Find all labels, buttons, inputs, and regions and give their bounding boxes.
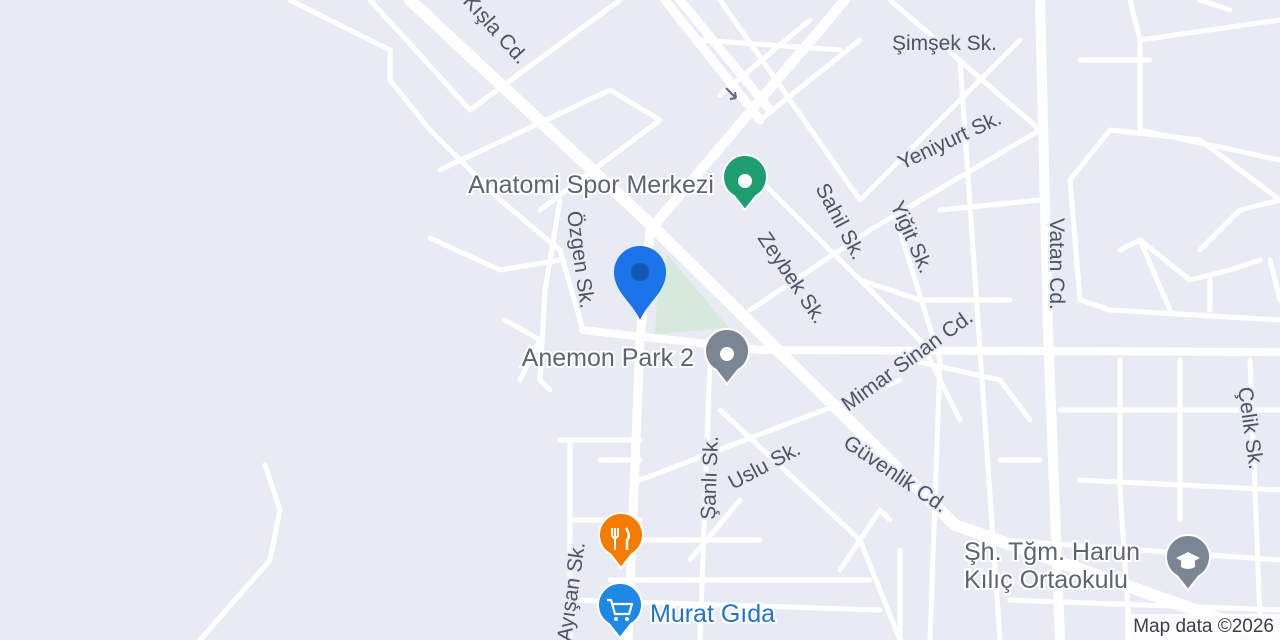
street-label-uslu: Uslu Sk. bbox=[725, 437, 805, 494]
fork-knife-icon bbox=[598, 511, 644, 570]
street-label-yeniyurt: Yeniyurt Sk. bbox=[894, 107, 1005, 175]
map-attribution[interactable]: Map data ©2026 bbox=[1125, 614, 1280, 640]
poi-restaurant[interactable] bbox=[598, 511, 644, 570]
street-label-sanli: Şanlı Sk. bbox=[697, 435, 723, 520]
poi-label: Anatomi Spor Merkezi bbox=[468, 171, 714, 199]
poi-label-line2: Kılıç Ortaokulu bbox=[964, 566, 1128, 594]
poi-label: Murat Gıda bbox=[650, 600, 775, 628]
street-label-simsek: Şimşek Sk. bbox=[892, 32, 997, 55]
street-label-ozgen: Özgen Sk. bbox=[562, 209, 598, 309]
street-label-vatan: Vatan Cd. bbox=[1045, 218, 1068, 310]
poi-label: Anemon Park 2 bbox=[522, 344, 694, 372]
poi-murat-gida[interactable]: Murat Gıda bbox=[597, 581, 777, 640]
street-label-ayisan: Ayışan Sk. bbox=[553, 540, 590, 640]
street-label-zeybek: Zeybek Sk. bbox=[753, 228, 831, 328]
location-pin-icon bbox=[722, 153, 768, 212]
poi-label-line1: Şh. Tğm. Harun bbox=[964, 538, 1140, 566]
poi-school[interactable]: Şh. Tğm. Harun Kılıç Ortaokulu bbox=[962, 533, 1211, 596]
street-label-yigit: Yiğit Sk. bbox=[885, 198, 937, 277]
street-label-celik: Çelik Sk. bbox=[1233, 385, 1267, 470]
shopping-cart-icon bbox=[597, 581, 643, 640]
major-roads bbox=[404, 0, 1280, 640]
map-canvas[interactable]: Kışla Cd. Şimşek Sk. Yeniyurt Sk. Sahil … bbox=[0, 0, 1280, 640]
graduation-cap-icon bbox=[1165, 533, 1211, 592]
street-label-mimar-sinan: Mimar Sinan Cd. bbox=[837, 306, 977, 417]
